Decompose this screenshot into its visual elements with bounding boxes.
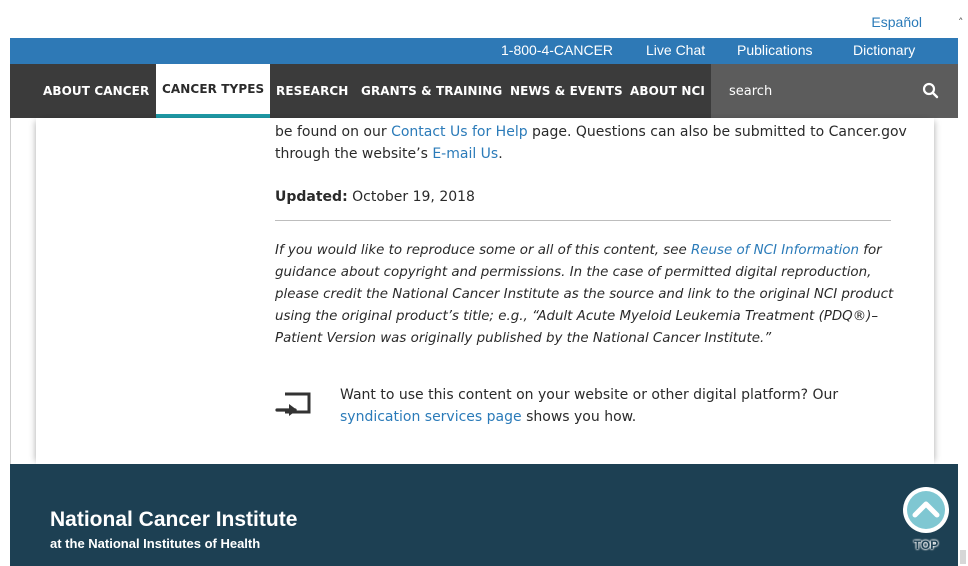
back-to-top-icon xyxy=(903,487,949,533)
scrollbar-top-arrow[interactable]: ˄ xyxy=(958,16,968,29)
syndication-text: Want to use this content on your website… xyxy=(340,387,839,403)
reuse-notice: If you would like to reproduce some or a… xyxy=(275,240,895,350)
search-input[interactable] xyxy=(711,64,901,118)
language-row: Español xyxy=(10,10,958,38)
espanol-link[interactable]: Español xyxy=(871,14,922,30)
syndication-services-link[interactable]: syndication services page xyxy=(340,409,522,425)
nav-news-events[interactable]: NEWS & EVENTS xyxy=(510,64,623,118)
reuse-text: If you would like to reproduce some or a… xyxy=(275,243,691,258)
nav-about-cancer[interactable]: ABOUT CANCER xyxy=(43,64,149,118)
scrollbar-thumb[interactable] xyxy=(960,550,966,564)
nav-research[interactable]: RESEARCH xyxy=(276,64,348,118)
syndication-text: shows you how. xyxy=(521,409,637,425)
updated-label: Updated: xyxy=(275,189,348,205)
live-chat-link[interactable]: Live Chat xyxy=(646,42,705,58)
main-navigation: ABOUT CANCER CANCER TYPES RESEARCH GRANT… xyxy=(10,64,958,118)
nav-grants-training[interactable]: GRANTS & TRAINING xyxy=(361,64,502,118)
phone-link[interactable]: 1-800-4-CANCER xyxy=(501,42,613,58)
syndication-paragraph: Want to use this content on your website… xyxy=(340,384,860,428)
reuse-of-nci-information-link[interactable]: Reuse of NCI Information xyxy=(691,243,859,258)
contact-text: . xyxy=(498,146,503,162)
utility-bar: 1-800-4-CANCER Live Chat Publications Di… xyxy=(10,38,958,64)
contact-text: page. Questions can also be submitted to… xyxy=(527,124,907,140)
reuse-text: for guidance about copyright and permiss… xyxy=(275,243,894,346)
nav-cancer-types[interactable]: CANCER TYPES xyxy=(156,64,271,118)
updated-line: Updated: October 19, 2018 xyxy=(275,186,475,208)
contact-text: be found on our xyxy=(275,124,392,140)
contact-paragraph-line-2: through the website’s E-mail Us. xyxy=(275,143,503,165)
dictionary-link[interactable]: Dictionary xyxy=(853,42,915,58)
back-to-top-button[interactable]: TOP xyxy=(900,484,952,558)
syndication-icon xyxy=(275,390,315,418)
contact-text: through the website’s xyxy=(275,146,433,162)
search-icon[interactable] xyxy=(918,78,944,104)
contact-paragraph-line-1: be found on our Contact Us for Help page… xyxy=(275,121,907,143)
footer-title: National Cancer Institute xyxy=(50,508,298,531)
site-footer: National Cancer Institute at the Nationa… xyxy=(10,464,958,566)
footer-subtitle: at the National Institutes of Health xyxy=(50,536,261,551)
contact-us-link[interactable]: Contact Us for Help xyxy=(391,124,528,140)
back-to-top-label: TOP xyxy=(913,538,939,552)
email-us-link[interactable]: E-mail Us xyxy=(432,146,498,162)
updated-date: October 19, 2018 xyxy=(347,189,475,205)
search-box xyxy=(711,64,958,118)
divider xyxy=(275,220,891,221)
nav-about-nci[interactable]: ABOUT NCI xyxy=(630,64,705,118)
publications-link[interactable]: Publications xyxy=(737,42,813,58)
